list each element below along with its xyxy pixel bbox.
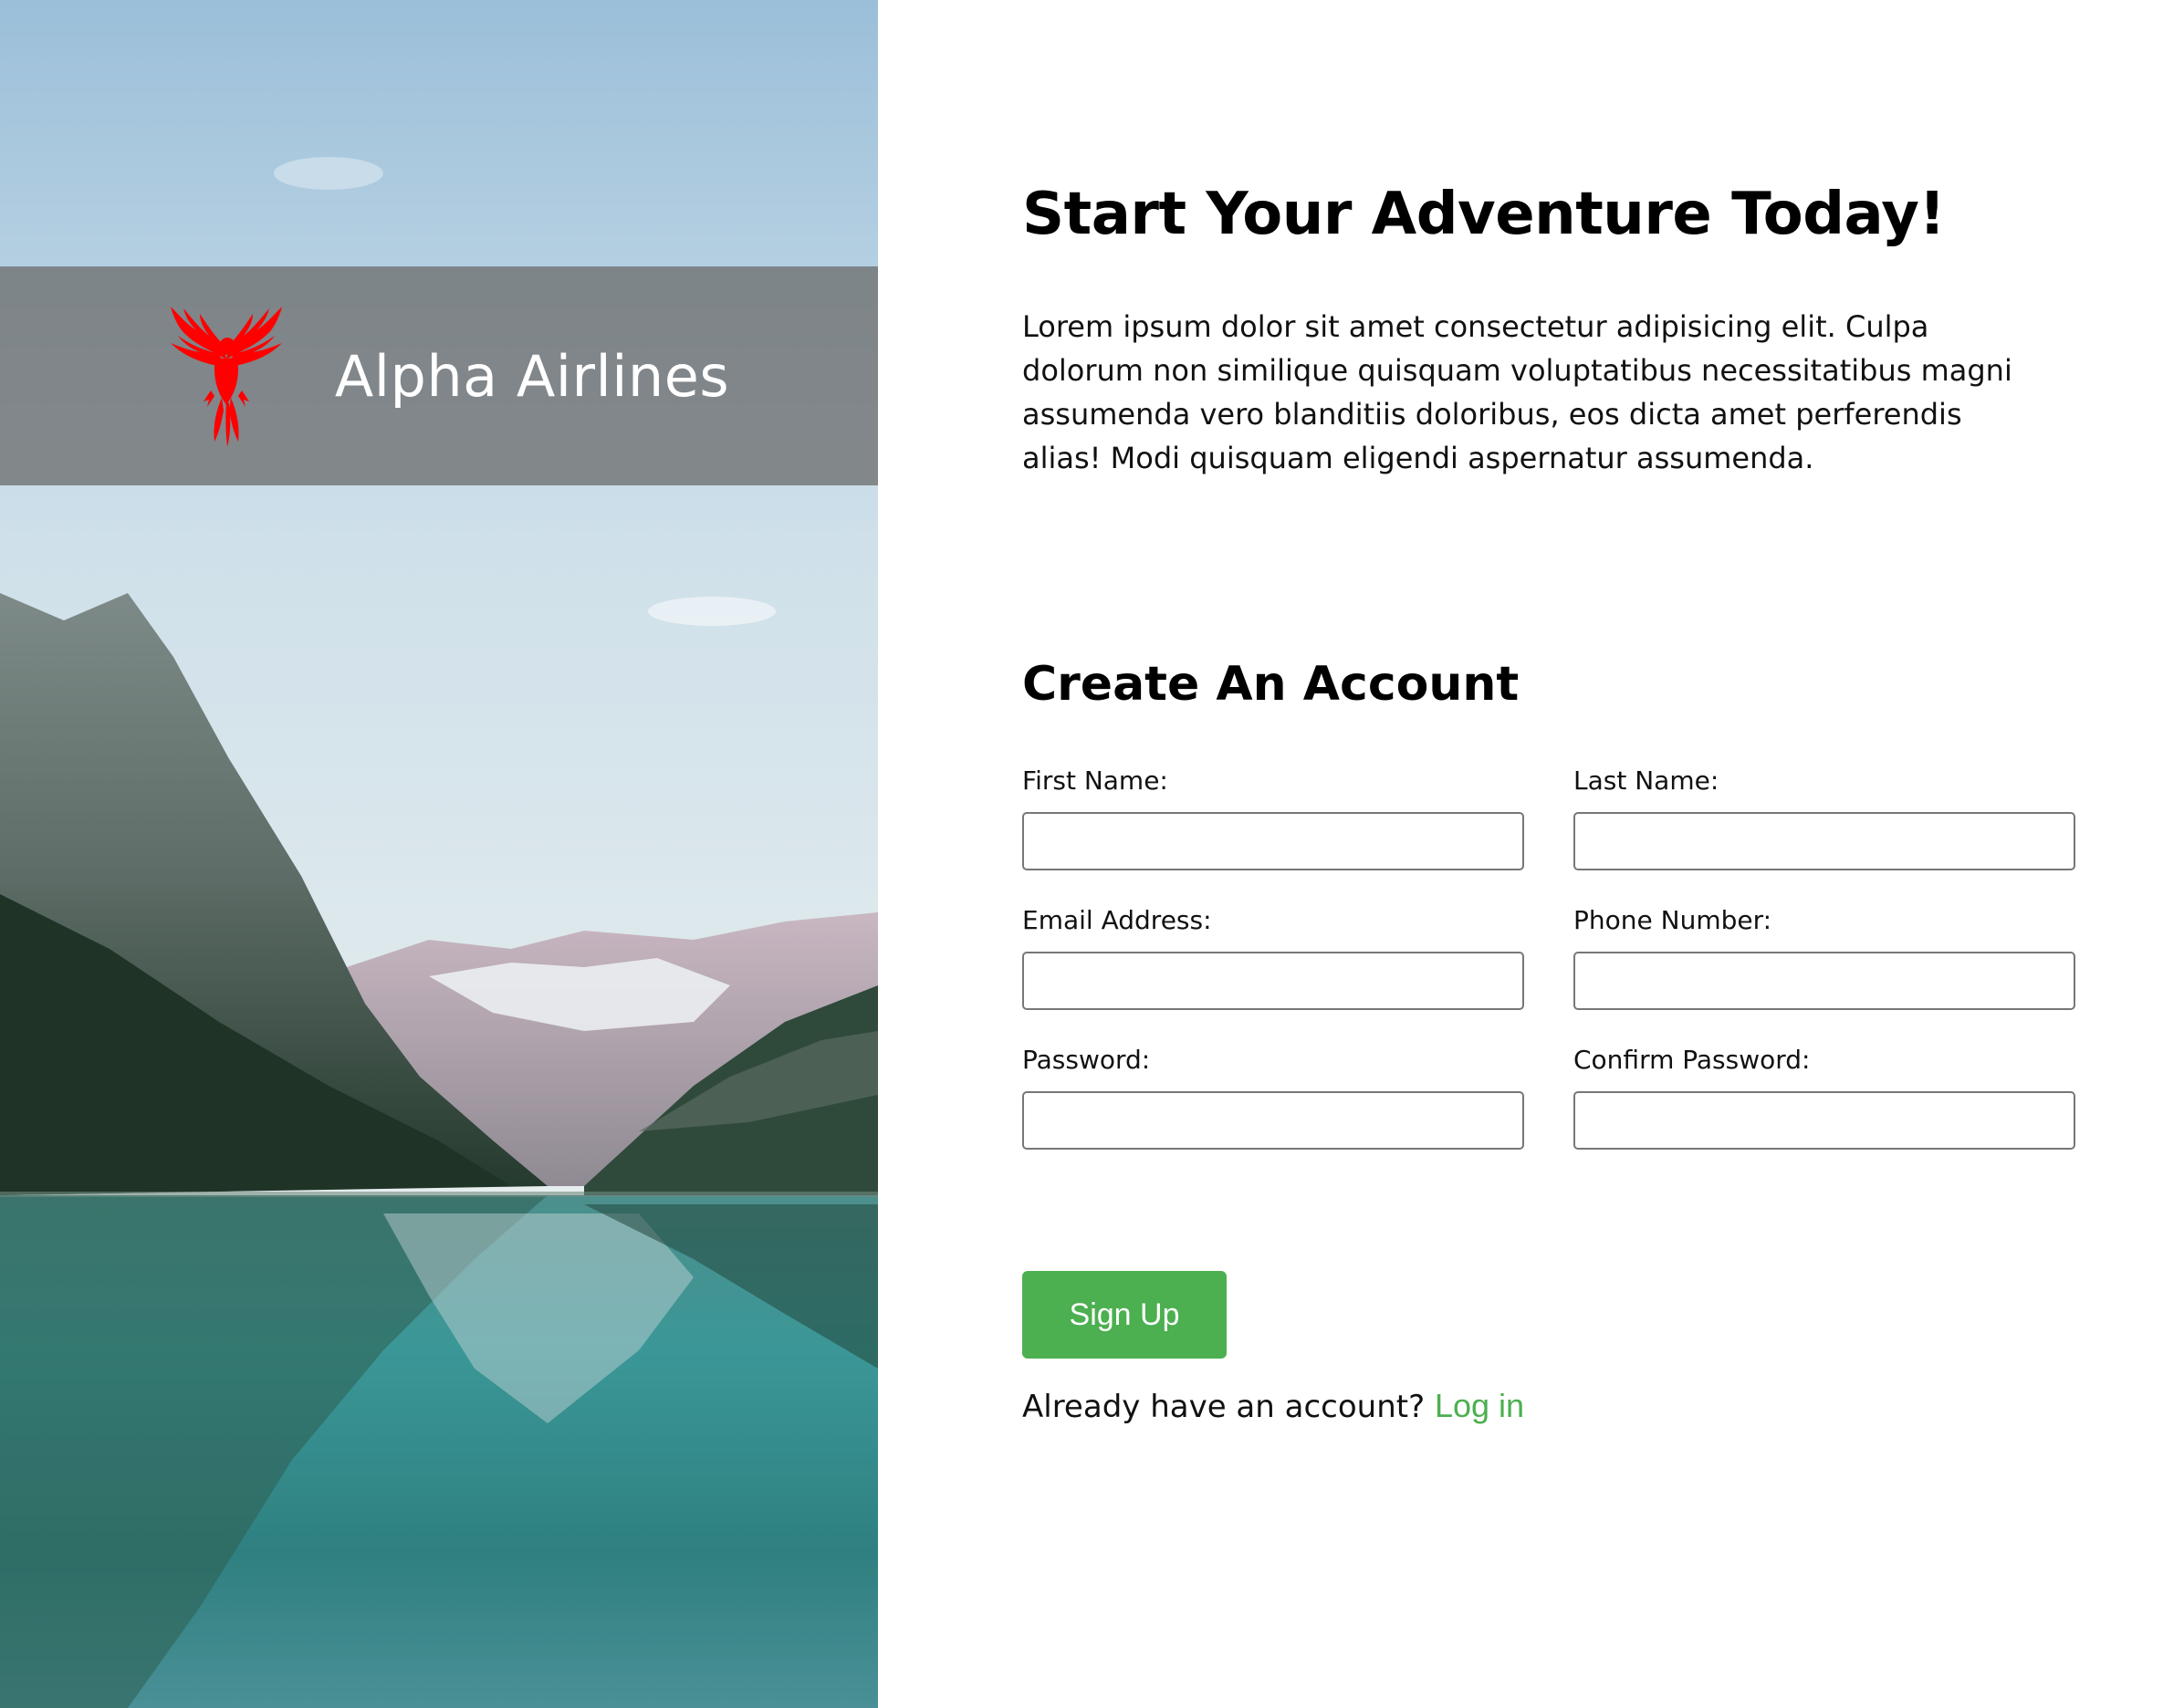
email-label: Email Address:	[1022, 905, 1212, 935]
first-name-field[interactable]	[1022, 812, 1524, 870]
login-link[interactable]: Log in	[1435, 1387, 1524, 1424]
sign-up-button[interactable]: Sign Up	[1022, 1271, 1227, 1359]
phone-field[interactable]	[1573, 952, 2075, 1010]
login-prompt-line: Already have an account? Log in	[1022, 1387, 1524, 1425]
last-name-label: Last Name:	[1573, 765, 1719, 796]
email-group: Email Address:	[1022, 902, 1524, 1010]
last-name-group: Last Name:	[1573, 763, 2075, 870]
last-name-field[interactable]	[1573, 812, 2075, 870]
brand-name: Alpha Airlines	[334, 342, 730, 410]
login-prompt-text: Already have an account?	[1022, 1389, 1426, 1425]
phone-group: Phone Number:	[1573, 902, 2075, 1010]
page-title: Start Your Adventure Today!	[1022, 181, 1946, 248]
first-name-group: First Name:	[1022, 763, 1524, 870]
first-name-label: First Name:	[1022, 765, 1168, 796]
mountain-lake-photo	[0, 0, 878, 1708]
signup-page: Alpha Airlines Start Your Adventure Toda…	[0, 0, 2163, 1708]
password-label: Password:	[1022, 1045, 1151, 1075]
form-title: Create An Account	[1022, 657, 1520, 712]
intro-paragraph: Lorem ipsum dolor sit amet consectetur a…	[1022, 309, 2012, 475]
confirm-password-group: Confirm Password:	[1573, 1042, 2075, 1150]
phone-label: Phone Number:	[1573, 905, 1772, 935]
hero-panel: Alpha Airlines	[0, 0, 878, 1708]
password-field[interactable]	[1022, 1091, 1524, 1150]
password-group: Password:	[1022, 1042, 1524, 1150]
brand-bar: Alpha Airlines	[0, 266, 878, 485]
confirm-password-label: Confirm Password:	[1573, 1045, 1811, 1075]
confirm-password-field[interactable]	[1573, 1091, 2075, 1150]
phoenix-icon	[170, 307, 282, 447]
email-field[interactable]	[1022, 952, 1524, 1010]
content-panel: Start Your Adventure Today! Lorem ipsum …	[878, 0, 2163, 1708]
